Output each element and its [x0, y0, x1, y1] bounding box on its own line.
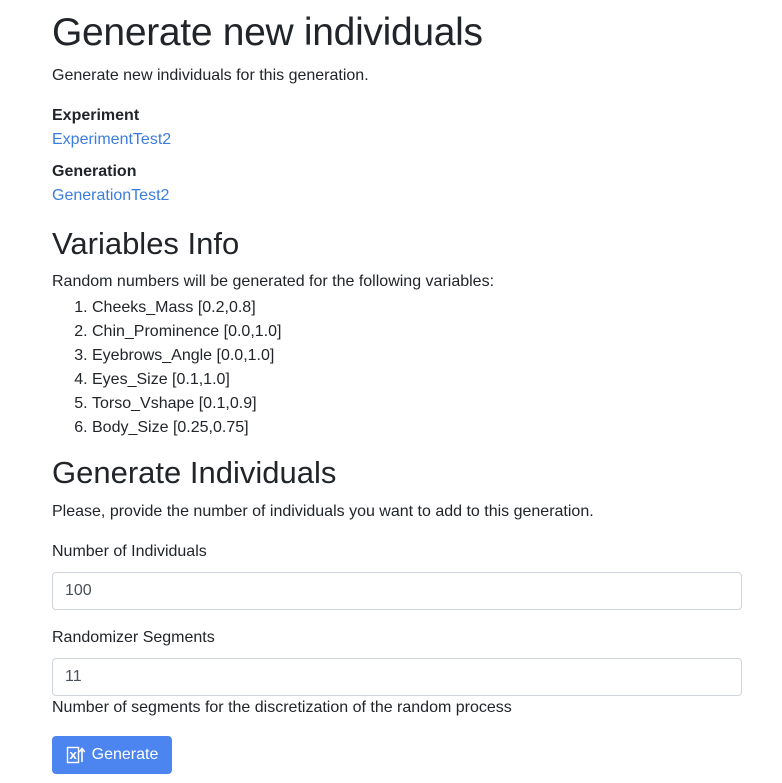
variable-item: Eyebrows_Angle [0.0,1.0] — [92, 344, 281, 368]
variable-item: Torso_Vshape [0.1,0.9] — [92, 392, 281, 416]
spreadsheet-upload-icon: X — [66, 746, 86, 764]
num-individuals-label: Number of Individuals — [52, 543, 207, 560]
generation-link[interactable]: GenerationTest2 — [52, 186, 169, 206]
generate-intro: Please, provide the number of individual… — [52, 503, 594, 520]
generation-label: Generation — [52, 163, 137, 180]
variable-item: Eyes_Size [0.1,1.0] — [92, 368, 281, 392]
experiment-label: Experiment — [52, 107, 140, 124]
variables-info-title: Variables Info — [52, 226, 240, 261]
variable-item: Cheeks_Mass [0.2,0.8] — [92, 296, 281, 320]
generate-button-label: Generate — [91, 746, 159, 763]
variables-list: Cheeks_Mass [0.2,0.8] Chin_Prominence [0… — [52, 296, 281, 440]
svg-text:X: X — [69, 751, 77, 762]
variable-item: Body_Size [0.25,0.75] — [92, 416, 281, 440]
randomizer-segments-label: Randomizer Segments — [52, 629, 215, 646]
randomizer-segments-input[interactable] — [52, 658, 742, 696]
variables-intro: Random numbers will be generated for the… — [52, 273, 495, 290]
experiment-link[interactable]: ExperimentTest2 — [52, 130, 171, 150]
generate-individuals-title: Generate Individuals — [52, 455, 337, 490]
page-subtitle: Generate new individuals for this genera… — [52, 67, 369, 84]
page-title: Generate new individuals — [52, 11, 483, 54]
generate-button[interactable]: X Generate — [52, 736, 172, 774]
segments-help-text: Number of segments for the discretizatio… — [52, 699, 512, 716]
variable-item: Chin_Prominence [0.0,1.0] — [92, 320, 281, 344]
num-individuals-input[interactable] — [52, 572, 742, 610]
